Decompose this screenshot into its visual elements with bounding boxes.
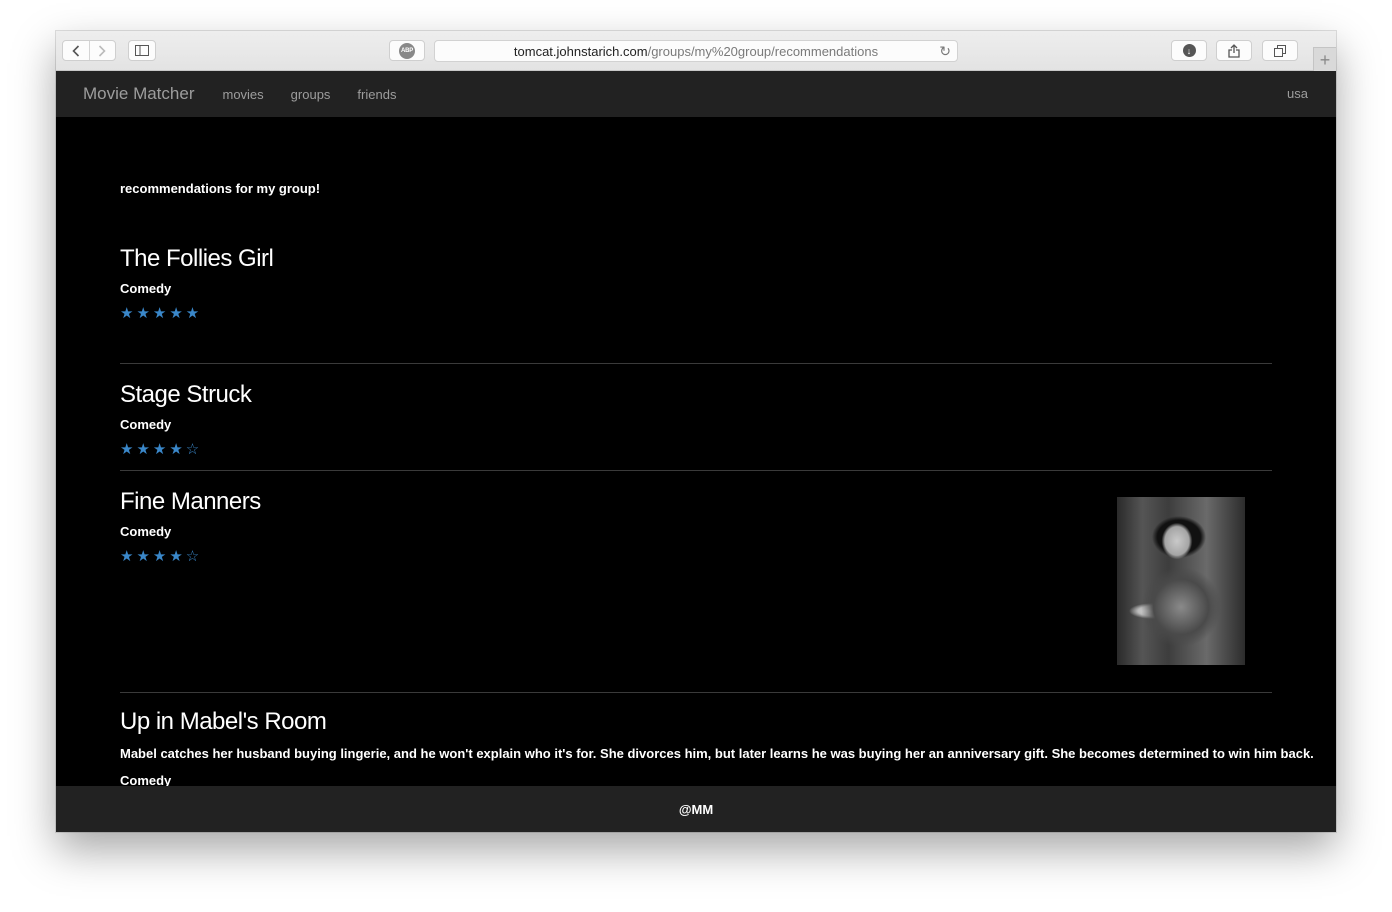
star-rating[interactable]: ★★★★☆: [120, 442, 202, 458]
app-navbar: Movie Matcher movies groups friends usa: [56, 71, 1336, 117]
browser-window: ABP tomcat.johnstarich.com/groups/my%20g…: [56, 31, 1336, 832]
browser-toolbar: ABP tomcat.johnstarich.com/groups/my%20g…: [56, 31, 1336, 72]
new-tab-icon[interactable]: +: [1313, 47, 1336, 72]
movie-genre: Comedy: [120, 417, 172, 432]
movie-genre: Comedy: [120, 281, 172, 296]
nav-movies[interactable]: movies: [222, 87, 263, 102]
url-path: /groups/my%20group/recommendations: [647, 43, 879, 59]
star-rating[interactable]: ★★★★★: [120, 306, 202, 322]
movie-title[interactable]: Fine Manners: [120, 488, 261, 516]
adblock-button[interactable]: ABP: [389, 40, 425, 61]
user-menu[interactable]: usa: [1287, 86, 1308, 101]
footer-text: @MM: [678, 801, 714, 817]
movie-description: Mabel catches her husband buying lingeri…: [120, 746, 1314, 761]
history-nav: [62, 40, 116, 61]
back-icon[interactable]: [63, 41, 89, 60]
star-rating[interactable]: ★★★★☆: [120, 549, 202, 565]
movie-item: Stage Struck Comedy ★★★★☆: [120, 365, 1272, 471]
show-tabs-button[interactable]: [1262, 40, 1298, 61]
sidebar-toggle-icon[interactable]: [128, 40, 156, 61]
adblock-icon: ABP: [399, 42, 415, 59]
movie-title[interactable]: Up in Mabel's Room: [120, 708, 327, 736]
downloads-button[interactable]: ↓: [1171, 40, 1207, 61]
star-rating-stars: ★★★★☆: [120, 441, 203, 458]
star-rating-stars: ★★★★☆: [120, 548, 203, 565]
movie-poster[interactable]: [1117, 497, 1245, 665]
download-icon: ↓: [1182, 44, 1196, 57]
forward-icon[interactable]: [90, 41, 116, 60]
page-footer: @MM: [56, 786, 1336, 832]
address-bar[interactable]: tomcat.johnstarich.com/groups/my%20group…: [434, 40, 958, 62]
movie-item: The Follies Girl Comedy ★★★★★: [120, 235, 1272, 364]
brand-link[interactable]: Movie Matcher: [83, 84, 194, 104]
star-rating-stars: ★★★★★: [120, 305, 203, 322]
url-host: tomcat.johnstarich.com: [513, 43, 648, 59]
page-title: recommendations for my group!: [120, 181, 321, 196]
movie-title[interactable]: The Follies Girl: [120, 245, 274, 273]
reload-icon[interactable]: ↻: [939, 43, 951, 60]
movie-item: Fine Manners Comedy ★★★★☆: [120, 472, 1272, 693]
movie-genre: Comedy: [120, 524, 172, 539]
share-icon: [1228, 43, 1240, 58]
movie-title[interactable]: Stage Struck: [120, 381, 252, 409]
tabs-icon: [1274, 44, 1286, 57]
nav-friends[interactable]: friends: [357, 87, 396, 102]
nav-groups[interactable]: groups: [291, 87, 331, 102]
share-button[interactable]: [1216, 40, 1252, 61]
